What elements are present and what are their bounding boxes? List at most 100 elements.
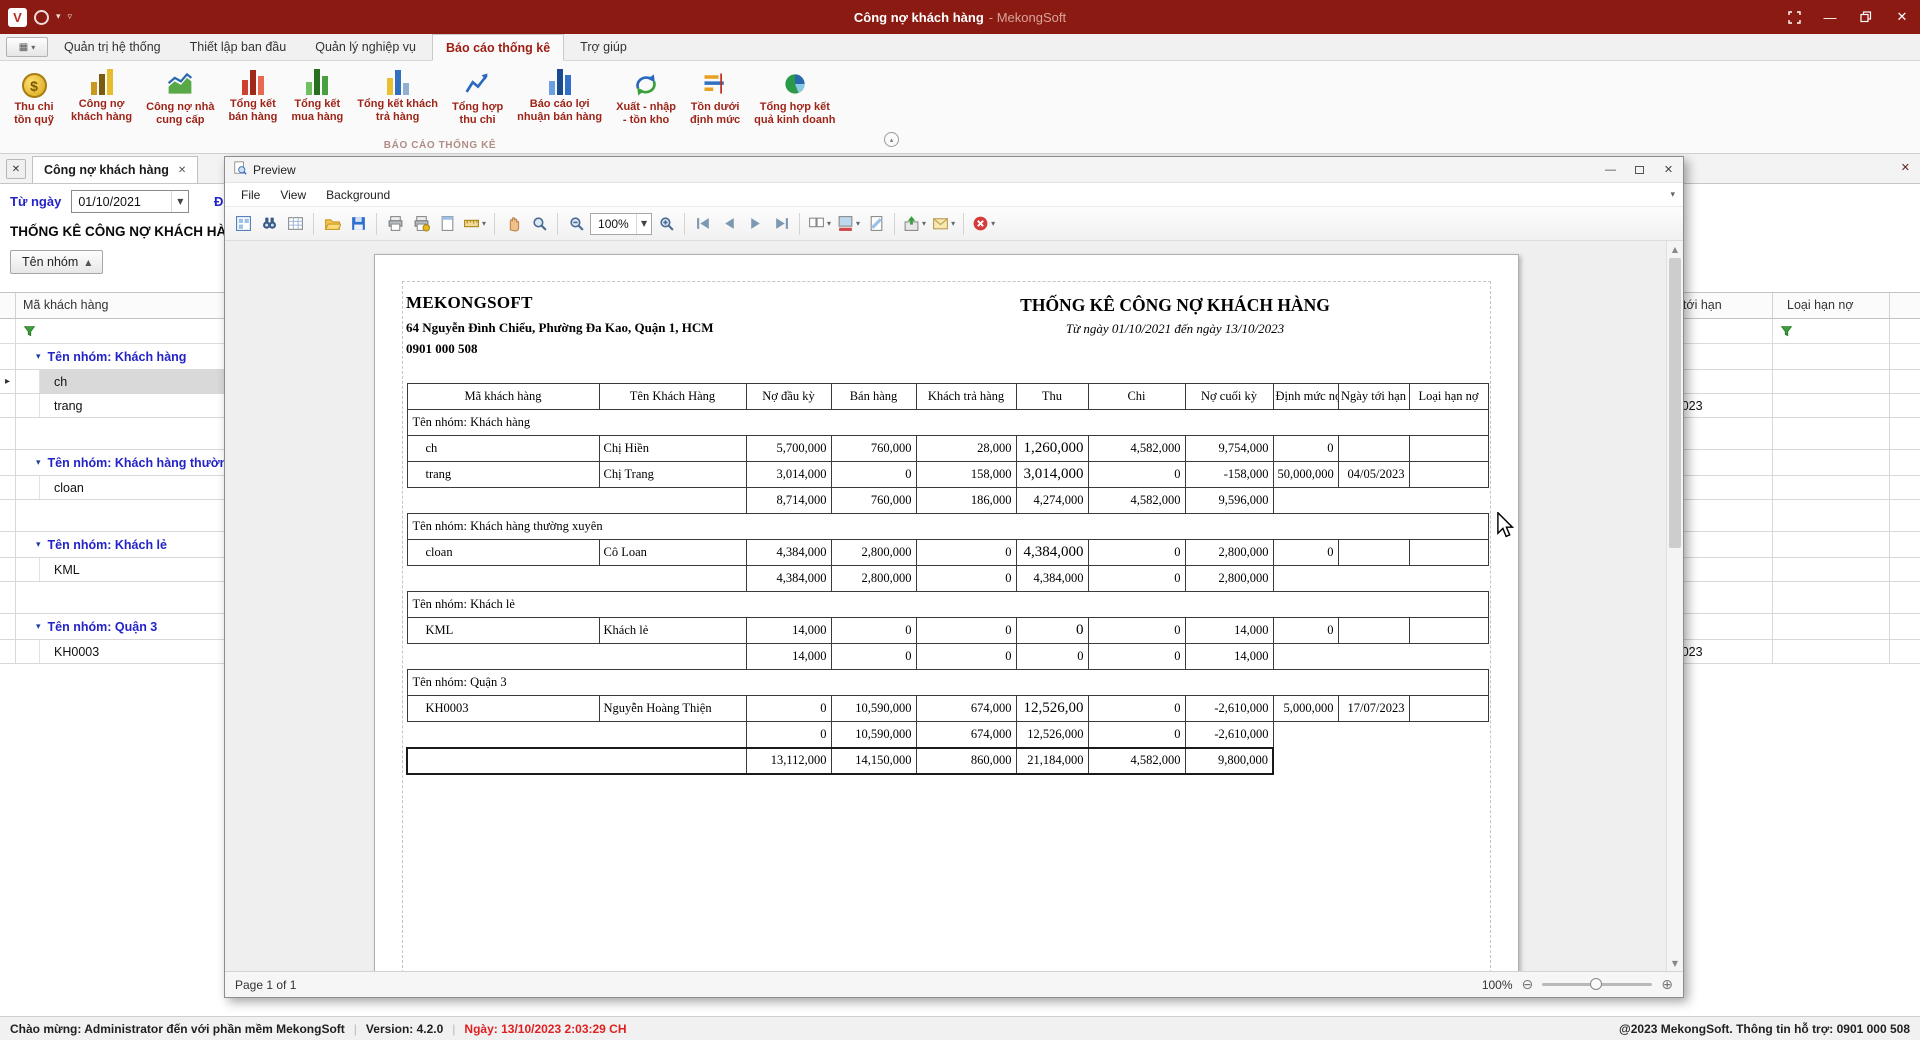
quick-access-caret-icon[interactable]: ▾ — [56, 12, 61, 22]
preview-toolbar: ▾ 100% ▼ ▾ ▾ ▾ ▾ ▾ — [225, 207, 1683, 241]
last-page-button[interactable] — [769, 211, 793, 236]
group-expand-icon[interactable]: ▾ — [36, 622, 41, 632]
zoom-slider[interactable] — [1542, 983, 1652, 986]
tab-tro-giup[interactable]: Trợ giúp — [567, 34, 640, 61]
row-indicator — [0, 614, 16, 639]
hand-tool-button[interactable] — [501, 211, 525, 236]
group-expand-icon[interactable]: ▾ — [36, 352, 41, 362]
preview-minimize-icon[interactable]: — — [1596, 157, 1625, 182]
chevron-down-icon[interactable]: ▼ — [636, 214, 651, 234]
document-tab-label: Công nợ khách hàng — [44, 163, 169, 177]
first-page-button[interactable] — [691, 211, 715, 236]
minimize-icon[interactable]: — — [1812, 0, 1848, 34]
preview-close-icon[interactable]: ✕ — [1654, 157, 1683, 182]
zoom-out-icon[interactable]: ⊖ — [1522, 977, 1534, 993]
preview-icon — [233, 161, 247, 178]
scrollbar-thumb[interactable] — [1669, 258, 1681, 548]
zoom-out-button[interactable] — [564, 211, 588, 236]
from-date-value: 01/10/2021 — [78, 195, 141, 209]
tab-close-icon[interactable]: ✕ — [178, 165, 186, 176]
group-expand-icon[interactable]: ▾ — [36, 540, 41, 550]
row-indicator — [0, 500, 16, 531]
export-button[interactable]: ▾ — [901, 211, 928, 236]
bar-chart-red-icon — [242, 68, 264, 95]
toolbar-options-icon[interactable]: ▾ — [1670, 190, 1675, 200]
quick-print-button[interactable] — [383, 211, 407, 236]
report-table: Mã khách hàngTên Khách HàngNợ đầu kỳBán … — [406, 383, 1489, 775]
magnifier-button[interactable] — [527, 211, 551, 236]
ribbon-button-tong-ket-ban-hang[interactable]: Tổng kếtbán hàng — [221, 66, 284, 125]
bar-chart-multi-icon — [387, 68, 409, 95]
page-count-label: Page 1 of 1 — [235, 978, 296, 992]
restore-icon[interactable] — [1848, 0, 1884, 34]
ribbon-button-thu-chi-ton-quy[interactable]: $ Thu chitồn quỹ — [4, 66, 64, 128]
zoom-combo[interactable]: 100% ▼ — [590, 213, 652, 235]
close-icon[interactable]: ✕ — [1884, 0, 1920, 34]
open-button[interactable] — [320, 211, 344, 236]
quick-access-customize-icon[interactable]: ▿ — [68, 12, 73, 22]
ribbon-button-xuat-nhap-ton-kho[interactable]: Xuất - nhập- tồn kho — [609, 66, 683, 128]
email-button[interactable]: ▾ — [930, 211, 957, 236]
tab-quan-ly-nghiep-vu[interactable]: Quản lý nghiệp vụ — [302, 34, 429, 61]
panel-close-icon[interactable]: ✕ — [1901, 161, 1910, 174]
report-company-address: 64 Nguyễn Đình Chiểu, Phường Đa Kao, Quậ… — [406, 320, 714, 336]
save-button[interactable] — [346, 211, 370, 236]
menu-file[interactable]: File — [231, 185, 270, 205]
tab-thiet-lap-ban-dau[interactable]: Thiết lập ban đầu — [177, 34, 300, 61]
close-preview-button[interactable]: ▾ — [970, 211, 997, 236]
tab-quan-tri-he-thong[interactable]: Quản trị hệ thống — [51, 34, 174, 61]
preview-maximize-icon[interactable] — [1625, 157, 1654, 182]
group-by-chip[interactable]: Tên nhóm ▲ — [10, 250, 103, 274]
scroll-down-icon[interactable]: ▼ — [1667, 955, 1683, 971]
chevron-down-icon: ▾ — [31, 43, 35, 52]
preview-titlebar[interactable]: Preview — ✕ — [225, 157, 1683, 183]
document-map-button[interactable] — [231, 211, 255, 236]
zoom-slider-knob[interactable] — [1590, 978, 1602, 990]
from-date-input[interactable]: 01/10/2021 ▼ — [71, 190, 189, 213]
quick-access-button[interactable] — [34, 10, 49, 25]
close-all-tabs-button[interactable]: ✕ — [6, 159, 26, 179]
row-indicator — [0, 582, 16, 613]
tab-bao-cao-thong-ke[interactable]: Báo cáo thống kê — [432, 34, 564, 61]
prev-page-button[interactable] — [717, 211, 741, 236]
document-tab-cong-no-khach-hang[interactable]: Công nợ khách hàng ✕ — [32, 156, 198, 183]
ribbon-button-cong-no-nha-cung-cap[interactable]: Công nợ nhàcung cấp — [139, 66, 221, 128]
watermark-button[interactable] — [864, 211, 888, 236]
column-header-loai-han-no[interactable]: Loại hạn nợ — [1772, 293, 1889, 318]
ribbon-button-tong-ket-khach-tra-hang[interactable]: Tổng kết kháchtrả hàng — [350, 66, 445, 125]
ribbon-button-tong-hop-ket-qua-kinh-doanh[interactable]: Tổng hợp kếtquả kinh doanh — [747, 66, 842, 128]
filter-funnel-icon[interactable] — [23, 325, 36, 338]
scroll-up-icon[interactable]: ▲ — [1667, 241, 1683, 257]
row-indicator — [0, 394, 16, 417]
page-color-button[interactable]: ▾ — [835, 211, 862, 236]
ribbon-button-tong-ket-mua-hang[interactable]: Tổng kếtmua hàng — [284, 66, 350, 125]
filter-funnel-icon[interactable] — [1780, 325, 1793, 338]
next-page-button[interactable] — [743, 211, 767, 236]
ribbon-button-bao-cao-loi-nhuan[interactable]: Báo cáo lợinhuận bán hàng — [510, 66, 609, 125]
menu-view[interactable]: View — [270, 185, 316, 205]
preview-scrollbar[interactable]: ▲ ▼ — [1666, 241, 1683, 971]
ribbon-button-tong-hop-thu-chi[interactable]: Tổng hợpthu chi — [445, 66, 510, 128]
scale-button[interactable]: ▾ — [461, 211, 488, 236]
menu-background[interactable]: Background — [316, 185, 400, 205]
report-column-header: Loại hạn nợ — [1409, 384, 1488, 410]
report-group-row: Tên nhóm: Khách hàng thường xuyên — [407, 514, 1488, 540]
window-menu-button[interactable]: ▦▾ — [6, 37, 48, 57]
report-subtitle: Từ ngày 01/10/2021 đến ngày 13/10/2023 — [845, 321, 1505, 337]
print-dialog-button[interactable] — [409, 211, 433, 236]
page-setup-button[interactable] — [435, 211, 459, 236]
zoom-in-button[interactable] — [654, 211, 678, 236]
group-expand-icon[interactable]: ▾ — [36, 458, 41, 468]
ribbon-collapse-icon[interactable]: ▴ — [884, 132, 899, 147]
multipage-button[interactable]: ▾ — [806, 211, 833, 236]
report-company-block: MEKONGSOFT 64 Nguyễn Đình Chiểu, Phường … — [406, 293, 714, 357]
search-button[interactable] — [257, 211, 281, 236]
thumbnails-button[interactable] — [283, 211, 307, 236]
ribbon-button-cong-no-khach-hang[interactable]: Công nợkhách hàng — [64, 66, 139, 125]
preview-workspace: MEKONGSOFT 64 Nguyễn Đình Chiểu, Phường … — [225, 241, 1683, 971]
app-logo-icon[interactable]: V — [8, 8, 27, 27]
fullscreen-icon[interactable] — [1776, 0, 1812, 34]
chevron-down-icon[interactable]: ▼ — [171, 191, 188, 212]
zoom-in-icon[interactable]: ⊕ — [1661, 977, 1673, 993]
ribbon-button-ton-duoi-dinh-muc[interactable]: Tồn dướiđịnh mức — [683, 66, 747, 128]
